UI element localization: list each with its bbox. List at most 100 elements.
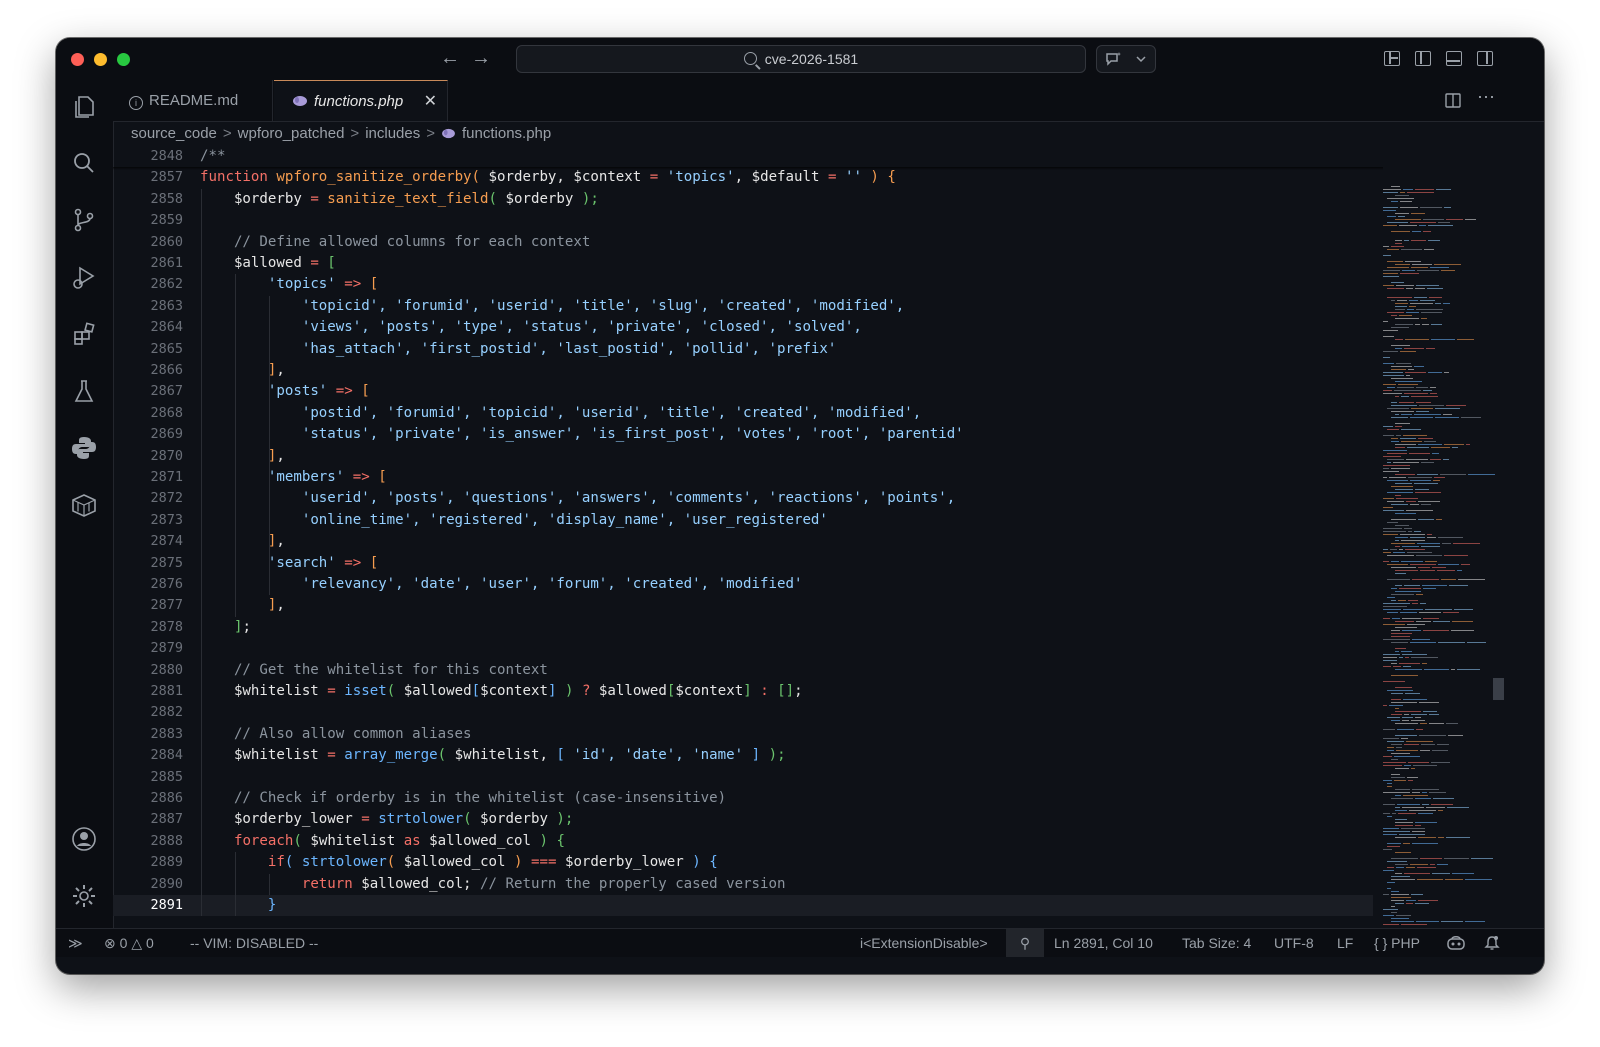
run-and-debug-icon[interactable] <box>70 263 98 291</box>
minimap-stroke <box>1395 651 1399 653</box>
code-token: [ <box>378 469 387 485</box>
line-number: 2870 <box>150 447 183 464</box>
line-number: 2860 <box>150 233 183 250</box>
minimap-stroke <box>1387 555 1414 557</box>
command-center-search[interactable]: cve-2026-1581 <box>516 45 1086 73</box>
minimap-stroke <box>1413 765 1437 767</box>
code-token: [ <box>369 276 379 293</box>
more-actions-icon[interactable]: ⋯ <box>1477 86 1495 108</box>
minimap-stroke <box>1430 864 1435 866</box>
minimap-stroke <box>1383 738 1399 740</box>
testing-flask-icon[interactable] <box>70 377 98 405</box>
line-number: 2882 <box>150 704 183 721</box>
minimap-stroke <box>1443 303 1450 305</box>
minimap-stroke <box>1447 807 1469 809</box>
minimap-stroke <box>1383 372 1403 374</box>
remote-indicator-icon[interactable]: ≫ <box>68 929 83 957</box>
close-tab-icon[interactable]: ✕ <box>424 81 437 122</box>
tab-functions-php[interactable]: functions.php ✕ <box>274 80 448 121</box>
minimap-stroke <box>1387 717 1400 719</box>
minimap-stroke <box>1414 414 1441 416</box>
minimap[interactable] <box>1383 146 1504 928</box>
minimap-stroke <box>1416 387 1428 389</box>
minimap-stroke <box>1411 408 1433 410</box>
minimap-stroke <box>1412 603 1418 605</box>
copilot-icon[interactable] <box>1446 935 1466 951</box>
accounts-icon[interactable] <box>70 825 98 853</box>
minimap-stroke <box>1395 768 1409 770</box>
minimap-stroke <box>1444 858 1469 860</box>
minimap-stroke <box>1430 387 1436 389</box>
minimap-stroke <box>1383 435 1394 437</box>
code-editor[interactable]: 2848 2857 2858 2859 2860 2861 2862 2863 2864 286… <box>113 146 1383 928</box>
line-number: 2883 <box>150 725 183 742</box>
search-icon[interactable] <box>70 149 98 177</box>
minimap-stroke <box>1383 894 1389 896</box>
minimap-stroke <box>1407 192 1434 194</box>
minimap-stroke <box>1391 858 1418 860</box>
encoding[interactable]: UTF-8 <box>1274 929 1314 957</box>
minimap-stroke <box>1397 729 1414 731</box>
toggle-panel-icon[interactable] <box>1446 51 1462 66</box>
back-arrow-icon[interactable]: ← <box>440 47 460 69</box>
minimap-stroke <box>1430 393 1437 395</box>
python-icon[interactable] <box>70 434 98 462</box>
minimap-stroke <box>1410 480 1431 482</box>
code-token: 'topicid', 'forumid', 'userid', 'title',… <box>301 297 905 314</box>
minimap-stroke <box>1395 495 1401 497</box>
language-mode[interactable]: { } PHP <box>1374 929 1420 957</box>
chevron-down-icon <box>1136 56 1146 63</box>
code-token: 'id', 'date', 'name' <box>573 747 744 764</box>
line-number: 2879 <box>150 640 183 657</box>
zoom-window-button[interactable] <box>117 53 130 66</box>
code-line: 'topics' => [ <box>200 274 378 295</box>
minimap-stroke <box>1387 741 1404 743</box>
container-box-icon[interactable] <box>70 491 98 519</box>
vim-status[interactable]: -- VIM: DISABLED -- <box>190 929 318 957</box>
tab-size[interactable]: Tab Size: 4 <box>1182 929 1251 957</box>
tab-readme[interactable]: i README.md <box>113 80 273 121</box>
minimap-stroke <box>1395 303 1408 305</box>
toggle-secondary-sidebar-icon[interactable] <box>1477 51 1493 66</box>
split-editor-icon[interactable] <box>1445 93 1461 108</box>
breadcrumb-item[interactable]: wpforo_patched <box>238 125 345 142</box>
forward-arrow-icon[interactable]: → <box>471 47 491 69</box>
minimap-stroke <box>1383 660 1397 662</box>
minimap-stroke <box>1395 474 1415 476</box>
cursor-position[interactable]: Ln 2891, Col 10 <box>1054 929 1153 957</box>
extensions-icon[interactable] <box>70 320 98 348</box>
minimap-stroke <box>1396 498 1418 500</box>
minimap-stroke <box>1395 483 1412 485</box>
minimap-stroke <box>1391 315 1397 317</box>
zoom-icon[interactable]: ⚲ <box>1006 929 1044 957</box>
minimap-stroke <box>1434 264 1461 266</box>
breadcrumb-separator: > <box>350 125 360 142</box>
minimize-window-button[interactable] <box>94 53 107 66</box>
minimap-stroke <box>1391 366 1412 368</box>
settings-gear-icon[interactable] <box>70 882 98 910</box>
php-elephant-icon <box>442 128 455 139</box>
minimap-slider[interactable] <box>1493 678 1504 700</box>
close-window-button[interactable] <box>71 53 84 66</box>
end-of-line[interactable]: LF <box>1337 929 1353 957</box>
toggle-primary-sidebar-icon[interactable] <box>1415 51 1431 66</box>
breadcrumb-item[interactable]: source_code <box>131 125 217 142</box>
minimap-stroke <box>1435 303 1441 305</box>
notifications-bell-icon[interactable] <box>1484 935 1500 951</box>
source-control-icon[interactable] <box>70 206 98 234</box>
copilot-chat-button[interactable] <box>1096 45 1156 73</box>
code-line: 'topicid', 'forumid', 'userid', 'title',… <box>200 296 904 317</box>
minimap-stroke <box>1395 621 1414 623</box>
code-line: // Get the whitelist for this context <box>200 660 548 681</box>
minimap-stroke <box>1383 780 1392 782</box>
problems-indicator[interactable]: ⊗ 0 △ 0 <box>104 929 154 957</box>
minimap-stroke <box>1419 405 1444 407</box>
breadcrumb-item[interactable]: includes <box>365 125 420 142</box>
extension-status[interactable]: i<ExtensionDisable> <box>860 929 988 957</box>
explorer-files-icon[interactable] <box>70 92 98 120</box>
customize-layout-icon[interactable] <box>1384 51 1400 66</box>
minimap-stroke <box>1424 249 1434 251</box>
minimap-stroke <box>1395 591 1421 593</box>
breadcrumb-item[interactable]: functions.php <box>462 125 551 142</box>
